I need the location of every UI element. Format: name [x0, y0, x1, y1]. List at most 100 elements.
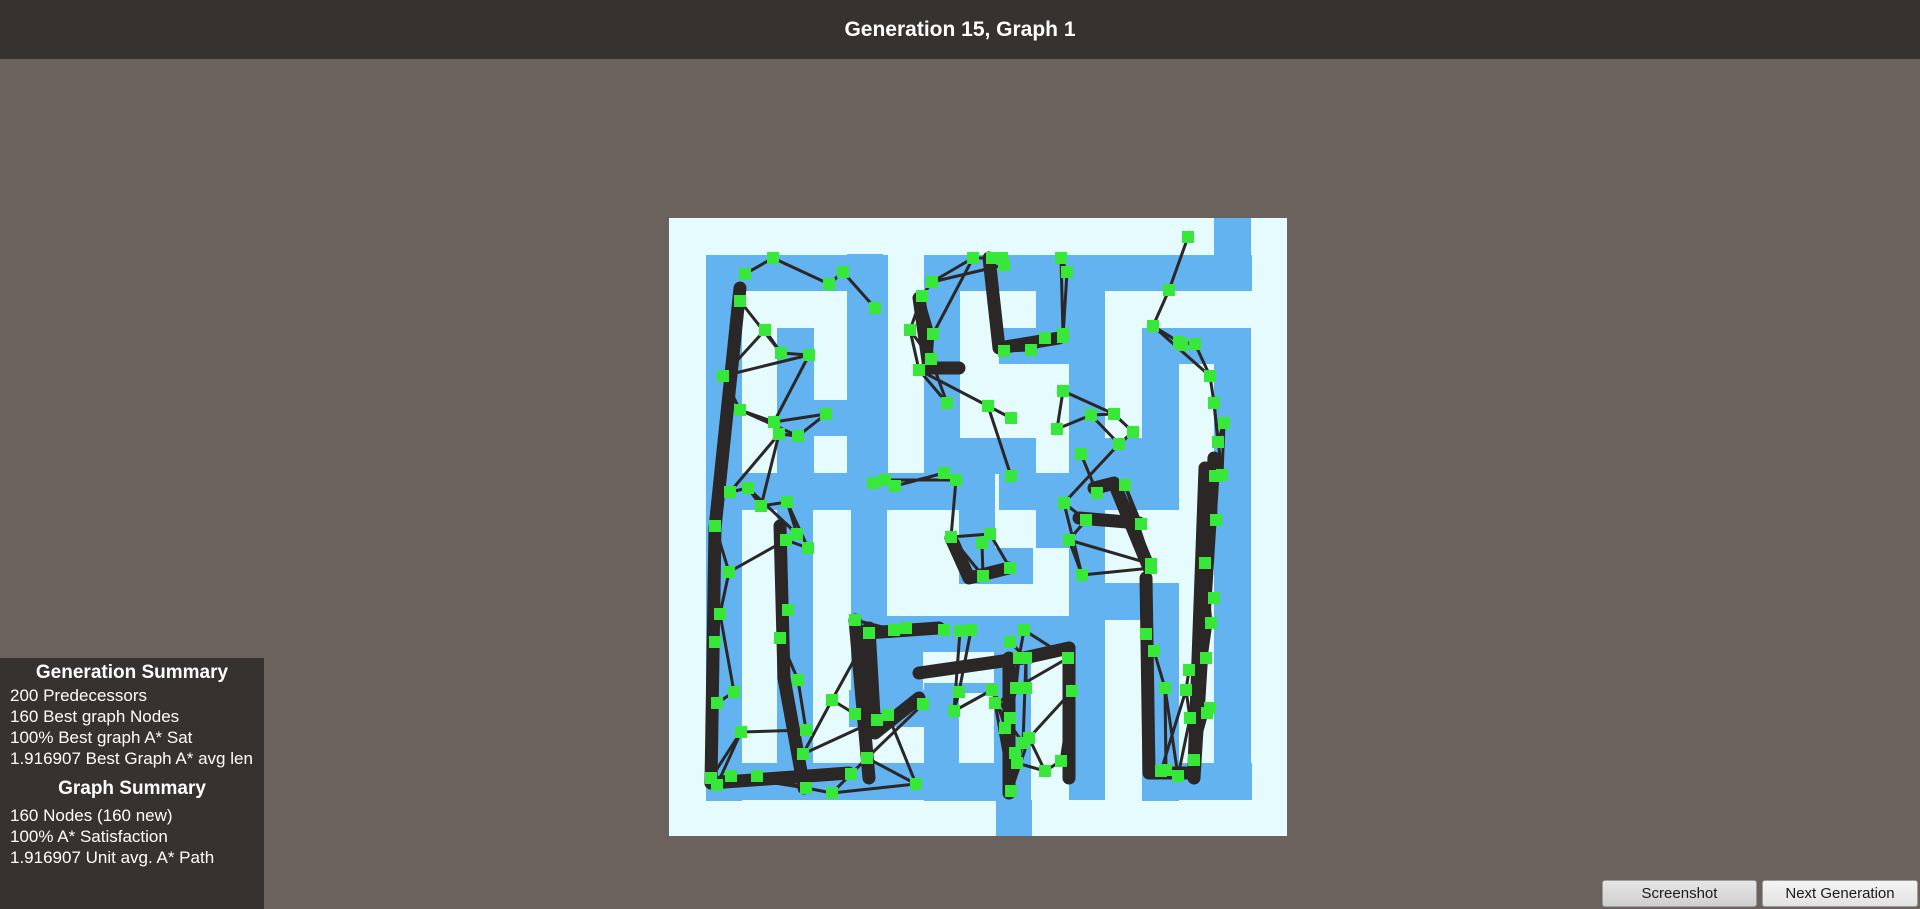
graph-node: [739, 268, 751, 280]
graph-node: [989, 697, 1001, 709]
graph-node: [780, 534, 792, 546]
graph-node: [1201, 707, 1213, 719]
graph-node: [1055, 755, 1067, 767]
graph-node: [1039, 332, 1051, 344]
graph-node: [773, 428, 785, 440]
graph-node: [953, 686, 965, 698]
graph-node: [1204, 370, 1216, 382]
graph-node: [1155, 765, 1167, 777]
predecessors-stat: 200 Predecessors: [10, 686, 148, 705]
graph-node: [1055, 252, 1067, 264]
best-graph-avg-len-stat: 1.916907 Best Graph A* avg len: [10, 749, 253, 768]
graph-node: [782, 604, 794, 616]
graph-node: [1062, 652, 1074, 664]
graph-node: [1057, 328, 1069, 340]
graph-summary-title: Graph Summary: [58, 778, 206, 799]
screenshot-button[interactable]: Screenshot: [1602, 880, 1757, 907]
graph-node: [849, 708, 861, 720]
graph-node: [1039, 765, 1051, 777]
best-graph-sat-stat: 100% Best graph A* Sat: [10, 728, 193, 747]
maze-floor-cell: [742, 291, 777, 473]
graph-node: [926, 276, 938, 288]
graph-node: [775, 347, 787, 359]
graph-node: [1199, 557, 1211, 569]
maze-floor-cell: [999, 364, 1036, 438]
graph-node: [803, 349, 815, 361]
graph-node: [982, 400, 994, 412]
maze-floor-cell: [1033, 548, 1069, 616]
graph-node: [1061, 266, 1073, 278]
graph-node: [711, 697, 723, 709]
graph-node: [1184, 712, 1196, 724]
maze-floor-cell: [959, 693, 994, 763]
page-title: Generation 15, Graph 1: [844, 17, 1076, 41]
graph-node: [996, 252, 1008, 264]
graph-node: [791, 528, 803, 540]
graph-node: [735, 726, 747, 738]
graph-node: [1091, 487, 1103, 499]
graph-node: [954, 625, 966, 637]
maze-floor-cell: [814, 328, 847, 400]
graph-node: [950, 474, 962, 486]
graph-node: [802, 542, 814, 554]
graph-node: [965, 624, 977, 636]
next-generation-button[interactable]: Next Generation: [1762, 880, 1918, 907]
graph-node: [888, 624, 900, 636]
graph-node: [1057, 385, 1069, 397]
graph-node: [797, 748, 809, 760]
graph-node: [917, 698, 929, 710]
graph-node: [967, 252, 979, 264]
graph-node: [709, 520, 721, 532]
graph-node: [837, 266, 849, 278]
graph-node: [998, 345, 1010, 357]
graph-node: [1200, 652, 1212, 664]
graph-node: [781, 496, 793, 508]
avg-path-stat: 1.916907 Unit avg. A* Path: [10, 848, 215, 867]
graph-node: [1147, 320, 1159, 332]
graph-node: [800, 782, 812, 794]
graph-node: [1058, 497, 1070, 509]
graph-node: [986, 684, 998, 696]
graph-node: [984, 528, 996, 540]
graph-node: [1212, 436, 1224, 448]
graph-node: [1172, 770, 1184, 782]
graph-node: [1218, 417, 1230, 429]
graph-node: [724, 486, 736, 498]
graph-node: [999, 722, 1011, 734]
graph-node: [916, 290, 928, 302]
graph-node: [768, 416, 780, 428]
graph-node: [849, 614, 861, 626]
graph-node: [845, 768, 857, 780]
graph-node: [938, 624, 950, 636]
graph-node: [925, 353, 937, 365]
graph-node: [1208, 397, 1220, 409]
graph-node: [1145, 558, 1157, 570]
graph-node: [1080, 514, 1092, 526]
graph-node: [1183, 664, 1195, 676]
graph-node: [941, 397, 953, 409]
graph-node: [723, 566, 735, 578]
graph-node: [714, 608, 726, 620]
graph-node: [717, 370, 729, 382]
graph-node: [1005, 470, 1017, 482]
graph-node: [869, 302, 881, 314]
graph-node: [1180, 684, 1192, 696]
graph-node: [826, 787, 838, 799]
graph-node: [725, 770, 737, 782]
graph-node: [1005, 785, 1017, 797]
graph-node: [1113, 438, 1125, 450]
graph-node: [823, 278, 835, 290]
maze-floor-cell: [1105, 620, 1142, 763]
graph-node: [927, 328, 939, 340]
graph-node: [945, 531, 957, 543]
graph-node: [977, 570, 989, 582]
app-window: Generation 15, Graph 1 Generation Summar…: [0, 0, 1920, 909]
graph-node: [792, 674, 804, 686]
maze-corridor: [1214, 218, 1251, 291]
graph-node: [863, 627, 875, 639]
graph-node: [1023, 732, 1035, 744]
graph-node: [1013, 652, 1025, 664]
graph-node: [759, 324, 771, 336]
graph-node: [774, 632, 786, 644]
graph-node: [948, 705, 960, 717]
